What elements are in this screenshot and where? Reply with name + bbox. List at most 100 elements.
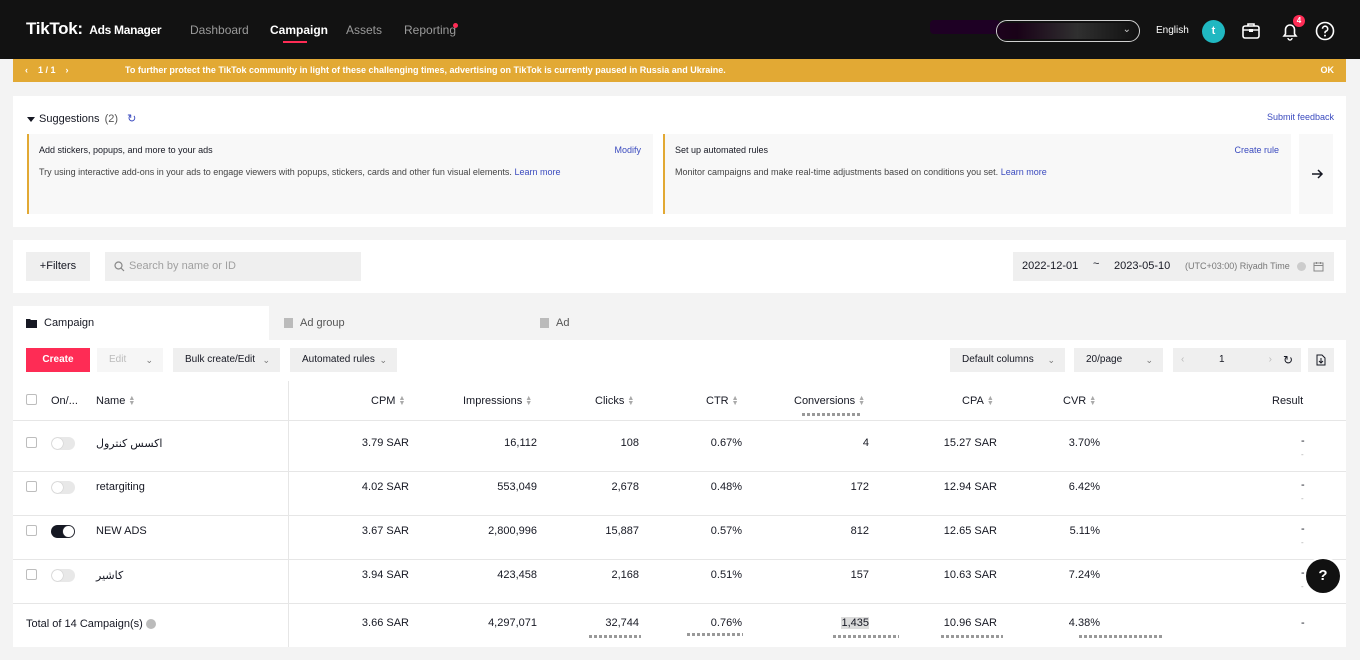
campaign-name[interactable]: اكسس كنترول (96, 437, 162, 450)
total-cpm: 3.66 SAR (361, 617, 409, 629)
total-result: - (1301, 617, 1305, 629)
chevron-left-icon[interactable]: ‹ (1181, 354, 1184, 365)
cpa-value: 10.63 SAR (943, 569, 997, 581)
status-toggle[interactable] (51, 481, 75, 494)
chevron-left-icon[interactable]: ‹ (25, 65, 28, 75)
refresh-button[interactable]: ↻ (1275, 348, 1301, 372)
learn-more-link[interactable]: Learn more (1001, 167, 1047, 177)
header-cpm[interactable]: CPM ▲ ▼ (371, 395, 405, 407)
conversions-value: 172 (850, 481, 869, 493)
header-onoff: On/... (51, 395, 78, 407)
tab-ad-group[interactable]: Ad group (270, 306, 526, 340)
notice-ok-button[interactable]: OK (1321, 65, 1335, 75)
clicks-value: 2,678 (611, 481, 639, 493)
nav-campaign[interactable]: Campaign (270, 23, 328, 37)
refresh-icon[interactable]: ↻ (127, 113, 136, 125)
redacted-mark (930, 20, 1000, 34)
total-row: Total of 14 Campaign(s) 3.66 SAR 4,297,0… (13, 604, 1346, 647)
header-name[interactable]: Name ▲ ▼ (96, 395, 135, 407)
columns-dropdown[interactable]: Default columns ⌄ (950, 348, 1065, 372)
total-conversions: 1,435 (841, 617, 869, 629)
next-suggestion-button[interactable] (1299, 134, 1333, 214)
nav-dashboard[interactable]: Dashboard (190, 23, 249, 37)
redaction-underline (941, 635, 1003, 638)
help-icon[interactable] (1314, 20, 1336, 42)
row-checkbox[interactable] (26, 437, 37, 448)
campaign-name[interactable]: NEW ADS (96, 525, 147, 537)
sort-icon[interactable]: ▲ ▼ (398, 395, 405, 407)
impressions-value: 423,458 (497, 569, 537, 581)
header-conversions[interactable]: Conversions ▲ ▼ (794, 395, 865, 407)
automated-rules-dropdown[interactable]: Automated rules ⌄ (290, 348, 397, 372)
tab-campaign[interactable]: Campaign (13, 306, 269, 340)
chevron-down-icon: ⌄ (1122, 24, 1131, 35)
ad-icon (540, 318, 549, 328)
impressions-value: 2,800,996 (488, 525, 537, 537)
clicks-value: 108 (620, 437, 639, 449)
notice-pager[interactable]: ‹ 1 / 1 › (25, 65, 69, 75)
sort-icon[interactable]: ▲ ▼ (525, 395, 532, 407)
row-checkbox[interactable] (26, 481, 37, 492)
status-toggle[interactable] (51, 437, 75, 450)
nav-reporting[interactable]: Reporting (404, 23, 456, 37)
create-button[interactable]: Create (26, 348, 90, 372)
nav-assets[interactable]: Assets (346, 23, 382, 37)
sort-icon[interactable]: ▲ ▼ (858, 395, 865, 407)
status-toggle[interactable] (51, 525, 75, 538)
create-rule-link[interactable]: Create rule (1234, 145, 1279, 155)
chevron-right-icon[interactable]: › (1269, 354, 1272, 365)
select-all-checkbox[interactable] (26, 394, 37, 405)
filters-button[interactable]: +Filters (26, 252, 90, 281)
table-row[interactable]: اكسس كنترول 3.79 SAR 16,112 108 0.67% 4 … (13, 428, 1346, 472)
search-input[interactable]: Search by name or ID (105, 252, 361, 281)
table-row[interactable]: كاشير 3.94 SAR 423,458 2,168 0.51% 157 1… (13, 560, 1346, 604)
tiktok-logo[interactable]: TikTok: Ads Manager (26, 19, 162, 39)
sort-icon[interactable]: ▲ ▼ (128, 395, 135, 407)
redacted-account-name (997, 23, 1137, 39)
page-number-input[interactable]: 1 (1219, 354, 1225, 365)
header-impressions[interactable]: Impressions ▲ ▼ (463, 395, 532, 407)
row-checkbox[interactable] (26, 569, 37, 580)
chevron-down-icon: ⌄ (1047, 355, 1055, 365)
language-selector[interactable]: English (1156, 25, 1189, 36)
header-clicks[interactable]: Clicks ▲ ▼ (595, 395, 634, 407)
info-icon[interactable] (145, 619, 156, 630)
page-size-dropdown[interactable]: 20/page ⌄ (1074, 348, 1163, 372)
bulk-edit-dropdown[interactable]: Bulk create/Edit ⌄ (173, 348, 280, 372)
header-cvr[interactable]: CVR ▲ ▼ (1063, 395, 1096, 407)
chevron-right-icon[interactable]: › (66, 65, 69, 75)
impressions-value: 553,049 (497, 481, 537, 493)
briefcase-icon[interactable] (1240, 20, 1262, 42)
tab-ad[interactable]: Ad (526, 306, 782, 340)
export-button[interactable] (1308, 348, 1334, 372)
sort-icon[interactable]: ▲ ▼ (1089, 395, 1096, 407)
edit-dropdown[interactable]: Edit ⌄ (97, 348, 163, 372)
cpm-value: 3.94 SAR (361, 569, 409, 581)
row-checkbox[interactable] (26, 525, 37, 536)
avatar[interactable]: t (1202, 20, 1225, 43)
campaign-name[interactable]: كاشير (96, 569, 123, 582)
learn-more-link[interactable]: Learn more (514, 167, 560, 177)
account-switcher[interactable]: ⌄ (996, 20, 1140, 42)
campaign-name[interactable]: retargiting (96, 481, 145, 493)
impressions-value: 16,112 (504, 437, 537, 449)
header-ctr[interactable]: CTR ▲ ▼ (706, 395, 739, 407)
help-chat-button[interactable]: ? (1306, 559, 1340, 593)
folder-icon (26, 319, 37, 328)
refresh-icon: ↻ (1283, 353, 1294, 367)
modify-link[interactable]: Modify (614, 145, 641, 155)
sort-icon[interactable]: ▲ ▼ (627, 395, 634, 407)
submit-feedback-link[interactable]: Submit feedback (1267, 112, 1334, 122)
conversions-value: 4 (862, 437, 869, 449)
sort-icon[interactable]: ▲ ▼ (987, 395, 994, 407)
ad-group-icon (284, 318, 293, 328)
table-row[interactable]: NEW ADS 3.67 SAR 2,800,996 15,887 0.57% … (13, 516, 1346, 560)
cpm-value: 3.67 SAR (361, 525, 409, 537)
sort-icon[interactable]: ▲ ▼ (732, 395, 739, 407)
header-cpa[interactable]: CPA ▲ ▼ (962, 395, 994, 407)
status-toggle[interactable] (51, 569, 75, 582)
suggestions-header[interactable]: Suggestions (2) ↻ (27, 112, 136, 125)
table-header: On/... Name ▲ ▼ CPM ▲ ▼ Impressions ▲ ▼ Clicks… (13, 381, 1346, 421)
table-row[interactable]: retargiting 4.02 SAR 553,049 2,678 0.48%… (13, 472, 1346, 516)
date-range-picker[interactable]: 2022-12-01 ~ 2023-05-10 (UTC+03:00) Riya… (1013, 252, 1334, 281)
